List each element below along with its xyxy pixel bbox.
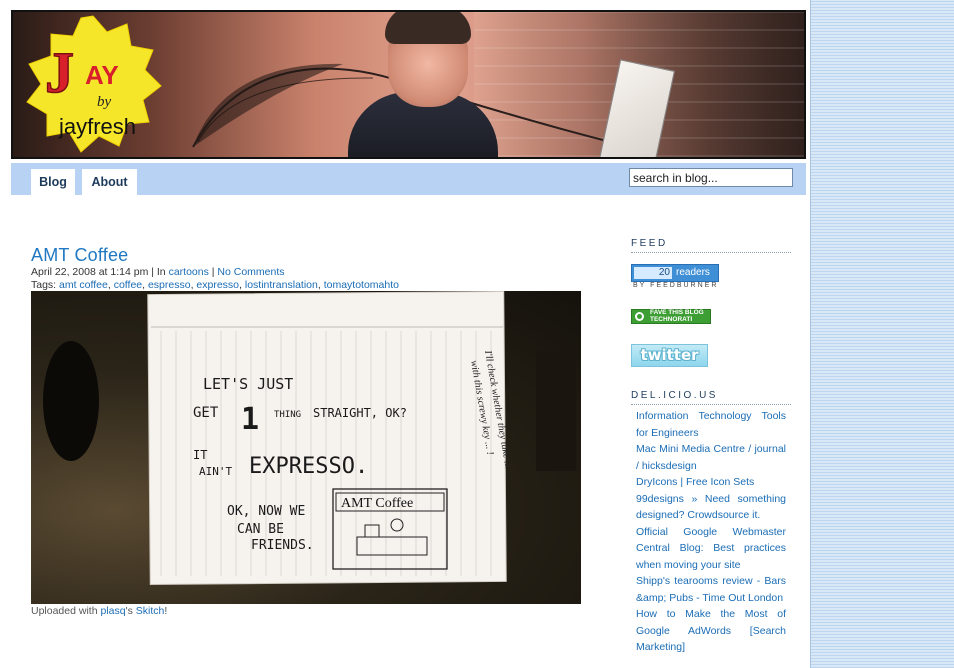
header-banner: J AY by jayfresh xyxy=(11,10,806,159)
nav-bar: Blog About xyxy=(11,163,806,195)
delicious-link[interactable]: Shipp's tearooms review - Bars &amp; Pub… xyxy=(636,573,786,606)
drawing-text: EXPRESSO. xyxy=(249,454,368,479)
logo-letters-ay: AY xyxy=(85,60,119,90)
tab-blog[interactable]: Blog xyxy=(31,169,75,195)
tag-link[interactable]: lostintranslation xyxy=(245,279,318,291)
post-tags: Tags: amt coffee, coffee, espresso, expr… xyxy=(31,279,399,291)
post-image[interactable]: LET'S JUST GET 1 THING STRAIGHT, OK? IT … xyxy=(31,291,581,604)
tag-link[interactable]: coffee xyxy=(114,279,142,291)
feed-heading: FEED xyxy=(631,238,791,253)
tag-link[interactable]: expresso xyxy=(196,279,239,291)
drawing-text: LET'S JUST xyxy=(203,375,293,393)
drawing-text: IT xyxy=(193,448,207,462)
category-link[interactable]: cartoons xyxy=(169,266,209,278)
drawing-text: GET xyxy=(193,405,219,421)
delicious-link[interactable]: Information Technology Tools for Enginee… xyxy=(636,408,786,441)
drawing-sign: AMT Coffee xyxy=(341,496,413,511)
feedburner-badge[interactable]: 20 readers xyxy=(631,264,719,282)
feedburner-by: BY FEEDBURNER xyxy=(633,282,719,289)
logo-name: jayfresh xyxy=(58,114,136,139)
delicious-link[interactable]: 99designs » Need something designed? Cro… xyxy=(636,491,786,524)
skitch-link[interactable]: Skitch xyxy=(136,605,165,617)
drawing-text: CAN BE xyxy=(237,522,284,537)
person-hair xyxy=(385,12,471,44)
tag-link[interactable]: tomaytotomahto xyxy=(324,279,399,291)
delicious-heading: DEL.ICIO.US xyxy=(631,390,791,405)
feedburner-label: readers xyxy=(676,267,710,278)
comments-link[interactable]: No Comments xyxy=(217,266,284,278)
delicious-link[interactable]: Mac Mini Media Centre / journal / hicksd… xyxy=(636,441,786,474)
caption-mid: 's xyxy=(125,605,136,617)
technorati-badge[interactable]: FAVE THIS BLOG TECHNORATI xyxy=(631,309,711,324)
caption-suffix: ! xyxy=(164,605,168,617)
drawing-text: AIN'T xyxy=(199,465,232,478)
tag-link[interactable]: espresso xyxy=(148,279,191,291)
technorati-icon xyxy=(635,312,644,321)
drawing-text: FRIENDS. xyxy=(251,538,314,553)
image-caption: Uploaded with plasq's Skitch! xyxy=(31,605,167,617)
delicious-link[interactable]: Official Google Webmaster Central Blog: … xyxy=(636,524,786,574)
feedburner-count: 20 xyxy=(634,267,672,279)
logo-letter-j: J xyxy=(45,40,74,105)
plasq-link[interactable]: plasq xyxy=(100,605,125,617)
search-input[interactable] xyxy=(629,168,793,187)
drawing-text: THING xyxy=(274,410,301,420)
drawing-text: OK, NOW WE xyxy=(227,504,305,519)
delicious-list: Information Technology Tools for Enginee… xyxy=(636,408,786,656)
delicious-link[interactable]: DryIcons | Free Icon Sets xyxy=(636,474,786,491)
jayfresh-logo[interactable]: J AY by jayfresh xyxy=(23,14,163,154)
post-date: April 22, 2008 at 1:14 pm | In xyxy=(31,266,169,278)
logo-by: by xyxy=(97,94,112,110)
twitter-badge[interactable]: twitter xyxy=(631,344,708,367)
delicious-link[interactable]: How to Make the Most of Google AdWords [… xyxy=(636,606,786,656)
drawing-text: STRAIGHT, OK? xyxy=(313,406,407,420)
notebook-drawing: LET'S JUST GET 1 THING STRAIGHT, OK? IT … xyxy=(43,291,576,586)
tags-label: Tags: xyxy=(31,279,60,291)
caption-prefix: Uploaded with xyxy=(31,605,101,617)
tab-about[interactable]: About xyxy=(82,169,137,195)
technorati-label: FAVE THIS BLOG TECHNORATI xyxy=(650,309,704,323)
post-meta: April 22, 2008 at 1:14 pm | In cartoons … xyxy=(31,266,285,278)
tag-link[interactable]: amt coffee xyxy=(59,279,108,291)
post-title[interactable]: AMT Coffee xyxy=(31,245,128,266)
drawing-text: 1 xyxy=(241,402,259,437)
page: J AY by jayfresh Blog About AMT Coffee A… xyxy=(0,0,811,668)
